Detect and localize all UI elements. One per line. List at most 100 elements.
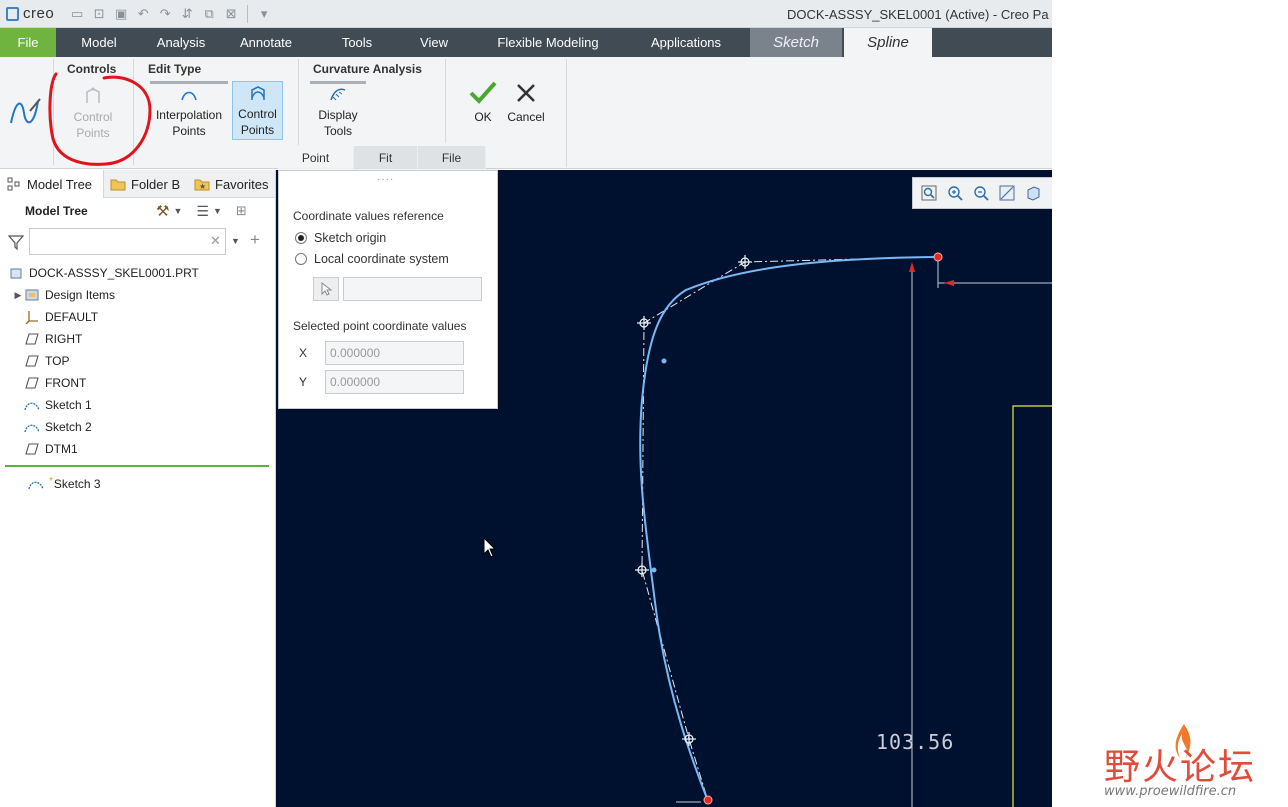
cancel-button[interactable]: Cancel [504,79,548,125]
tree-item-top[interactable]: TOP [0,350,270,372]
cursor-arrow-icon [321,282,332,296]
spline-subtabs: Point Fit File [278,146,486,169]
tree-item-label: DEFAULT [45,310,99,324]
customize-dropdown-icon[interactable]: ▾ [255,6,273,22]
display-tools-label-2: Tools [323,124,352,138]
tab-folder-label: Folder B [131,176,181,192]
tab-flexible-modeling[interactable]: Flexible Modeling [466,28,630,57]
tab-model-tree-label: Model Tree [27,176,93,192]
tab-spline[interactable]: Spline [844,28,932,57]
tab-view[interactable]: View [402,28,466,57]
interpolation-points-icon [178,84,200,105]
open-file-icon[interactable]: ⊡ [90,6,108,22]
tree-item-dtm1[interactable]: DTM1 [0,438,270,460]
panel-grip[interactable]: ···· [377,174,394,185]
design-items-icon [24,288,40,302]
tab-sketch[interactable]: Sketch [750,28,842,57]
tree-item-sketch-3[interactable]: * Sketch 3 [28,473,101,495]
interpolation-label-1: Interpolation [155,108,223,122]
chevron-down-icon[interactable]: ▼ [173,206,182,216]
select-reference-button[interactable] [313,277,339,301]
new-feature-star-icon: * [49,475,53,487]
refit-icon[interactable] [919,183,939,203]
repaint-icon[interactable] [997,183,1017,203]
tree-filters-icon[interactable]: ⊞ [236,203,247,219]
dimension-value[interactable]: 103.56 [876,730,954,754]
tab-folder-browser[interactable]: Folder B [104,170,188,198]
windows-icon[interactable]: ⧉ [200,6,218,22]
dimension-arrow [909,262,915,272]
ok-label: OK [474,110,492,124]
ok-button[interactable]: OK [466,79,500,125]
sketch-icon [24,398,40,412]
new-file-icon[interactable]: ▭ [68,6,86,22]
add-icon[interactable]: + [250,230,260,250]
spline-endpoint[interactable] [703,795,713,805]
tab-file[interactable]: File [0,28,56,57]
tab-analysis[interactable]: Analysis [142,28,220,57]
point-panel-flyout: ···· Coordinate values reference Sketch … [278,170,498,409]
tree-item-design-items[interactable]: ▶ Design Items [0,284,270,306]
control-points[interactable] [635,255,752,746]
edit-type-group-title: Edit Type [148,62,202,76]
tab-favorites[interactable]: ★ Favorites [188,170,274,198]
curvature-group-title: Curvature Analysis [313,62,422,76]
view-cube-icon[interactable] [1023,183,1043,203]
checkmark-icon [468,79,498,107]
chevron-down-icon[interactable]: ▼ [213,206,222,216]
clear-search-icon[interactable]: ✕ [210,233,221,249]
tree-columns-icon[interactable]: ☰ [196,203,209,220]
tree-item-right[interactable]: RIGHT [0,328,270,350]
expand-arrow-icon[interactable]: ▶ [12,290,24,301]
redo-icon[interactable]: ↷ [156,6,174,22]
y-label: Y [299,375,308,389]
zoom-out-icon[interactable] [971,183,991,203]
window-title: DOCK-ASSSY_SKEL0001 (Active) - Creo Pa [787,7,1049,22]
tab-model-tree[interactable]: Model Tree [0,170,104,198]
tree-item-default[interactable]: DEFAULT [0,306,270,328]
model-tree-search-input[interactable] [29,228,226,255]
y-coordinate-field[interactable]: 0.000000 [325,370,464,394]
chevron-down-icon[interactable]: ▼ [231,236,240,246]
control-polygon [641,256,939,802]
display-tools-button[interactable]: Display Tools [310,81,366,139]
csys-icon [24,310,40,324]
model-tree-icon [6,177,22,191]
regenerate-icon[interactable]: ⇵ [178,6,196,22]
close-window-icon[interactable]: ⊠ [222,6,240,22]
interpolation-point[interactable] [661,358,667,364]
interpolation-point[interactable] [651,567,657,573]
navigator-tabs: Model Tree Folder B ★ Favorites [0,170,275,198]
tree-item-front[interactable]: FRONT [0,372,270,394]
subtab-fit[interactable]: Fit [354,146,418,169]
tree-item-sketch-1[interactable]: Sketch 1 [0,394,270,416]
tab-applications[interactable]: Applications [630,28,742,57]
x-coordinate-field[interactable]: 0.000000 [325,341,464,365]
local-csys-radio[interactable]: Local coordinate system [295,252,449,266]
controls-control-points-button[interactable]: Control Points [62,85,124,141]
spline-endpoint[interactable] [933,252,943,262]
ribbon-separator [133,59,134,165]
insert-here-marker[interactable] [5,465,269,467]
reference-collector-field[interactable] [343,277,482,301]
folder-icon [110,177,126,191]
tab-annotate[interactable]: Annotate [220,28,312,57]
sketch-origin-radio[interactable]: Sketch origin [295,231,386,245]
navigator-panel: Model Tree Folder B ★ Favorites Model Tr… [0,170,276,807]
undo-icon[interactable]: ↶ [134,6,152,22]
spline-curve[interactable] [639,256,939,802]
control-points-label-2: Points [76,126,110,140]
tree-item-part[interactable]: DOCK-ASSSY_SKEL0001.PRT [0,262,270,284]
tab-tools[interactable]: Tools [312,28,402,57]
edit-type-control-points-button[interactable]: Control Points [232,81,283,140]
zoom-in-icon[interactable] [945,183,965,203]
subtab-file[interactable]: File [418,146,486,169]
interpolation-points-button[interactable]: Interpolation Points [150,81,228,139]
tree-settings-icon[interactable]: ⚒ [156,202,169,220]
save-icon[interactable]: ▣ [112,6,130,22]
tree-item-sketch-2[interactable]: Sketch 2 [0,416,270,438]
tab-model[interactable]: Model [56,28,142,57]
subtab-point[interactable]: Point [278,146,354,169]
spline-icon [10,98,41,124]
filter-icon[interactable] [8,234,24,250]
